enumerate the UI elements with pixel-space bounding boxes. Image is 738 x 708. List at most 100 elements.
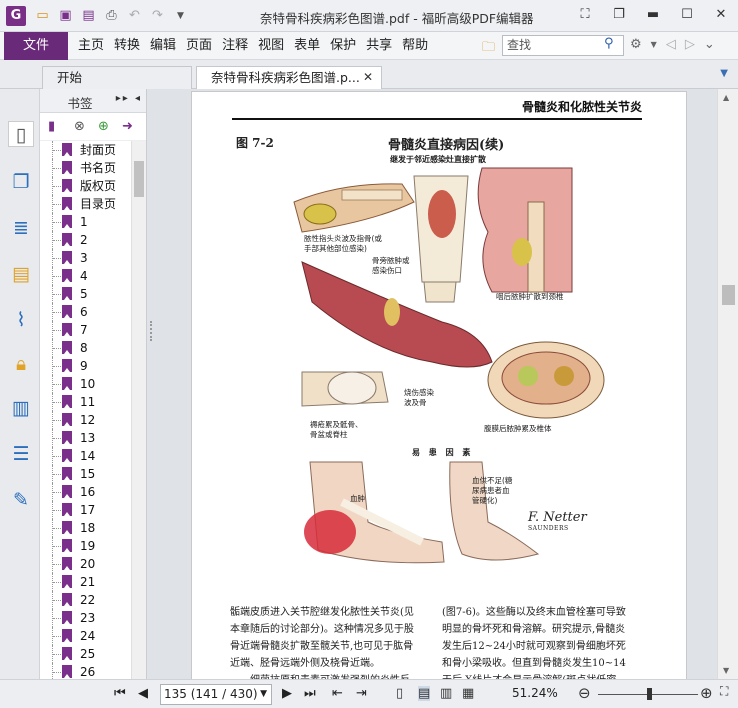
last-page-icon[interactable]: ⏭ bbox=[304, 686, 316, 701]
bookmark-item[interactable]: 11 bbox=[40, 393, 132, 411]
bookmark-item[interactable]: 版权页 bbox=[40, 177, 132, 195]
scroll-up-icon[interactable]: ▲ bbox=[723, 93, 729, 102]
bookmark-item[interactable]: 5 bbox=[40, 285, 132, 303]
bookmark-item[interactable]: 20 bbox=[40, 555, 132, 573]
comments-icon[interactable]: ▤ bbox=[8, 261, 34, 287]
fullscreen-icon[interactable]: ⛶ bbox=[568, 0, 602, 30]
bookmark-item[interactable]: 16 bbox=[40, 483, 132, 501]
bookmark-item[interactable]: 3 bbox=[40, 249, 132, 267]
panel-splitter[interactable] bbox=[147, 89, 155, 679]
menu-edit[interactable]: 编辑 bbox=[146, 32, 180, 60]
save-icon[interactable]: ▣ bbox=[57, 8, 74, 24]
panel-collapse-icon[interactable]: ▸▸ ◂ bbox=[116, 93, 142, 104]
zoom-in-icon[interactable]: ⊕ bbox=[700, 684, 713, 702]
bookmark-item[interactable]: 8 bbox=[40, 339, 132, 357]
bookmark-item[interactable]: 目录页 bbox=[40, 195, 132, 213]
bookmark-item[interactable]: 4 bbox=[40, 267, 132, 285]
print-icon[interactable]: ⎙ bbox=[103, 8, 120, 24]
bookmark-panel-icon[interactable]: ▯ bbox=[8, 121, 34, 147]
first-page-icon[interactable]: ⏮ bbox=[114, 686, 126, 701]
tab-list-dropdown-icon[interactable]: ▼ bbox=[720, 68, 728, 79]
bookmark-item[interactable]: 13 bbox=[40, 429, 132, 447]
bookmark-scroll-thumb[interactable] bbox=[134, 161, 144, 197]
signature-icon[interactable]: ✎ bbox=[8, 487, 34, 513]
bookmark-item[interactable]: 15 bbox=[40, 465, 132, 483]
fullscreen-toggle-icon[interactable]: ⛶ bbox=[720, 684, 728, 699]
continuous-view-icon[interactable]: ▤ bbox=[418, 686, 431, 701]
facing-view-icon[interactable]: ▥ bbox=[440, 686, 452, 701]
next-page-icon[interactable]: ▶ bbox=[282, 686, 292, 701]
bookmark-item[interactable]: 17 bbox=[40, 501, 132, 519]
bookmark-item[interactable]: 2 bbox=[40, 231, 132, 249]
search-icon[interactable]: ⚲ bbox=[604, 36, 614, 51]
zoom-slider-thumb[interactable] bbox=[647, 688, 652, 700]
menu-form[interactable]: 表单 bbox=[290, 32, 324, 60]
previous-view-icon[interactable]: ⇤ bbox=[332, 686, 343, 701]
splitter-grip[interactable] bbox=[150, 321, 152, 341]
customize-icon[interactable]: ▼ bbox=[172, 8, 189, 24]
bookmark-options-icon[interactable]: ➜ bbox=[122, 119, 133, 134]
tab-close-icon[interactable]: ✕ bbox=[363, 67, 373, 88]
scroll-down-icon[interactable]: ▼ bbox=[723, 666, 729, 675]
bookmark-item[interactable]: 23 bbox=[40, 609, 132, 627]
close-button[interactable]: ✕ bbox=[704, 0, 738, 30]
menu-view[interactable]: 视图 bbox=[254, 32, 288, 60]
continuous-facing-view-icon[interactable]: ▦ bbox=[462, 686, 474, 701]
page-number-field[interactable]: 135 (141 / 430) ▼ bbox=[160, 684, 272, 705]
menu-convert[interactable]: 转换 bbox=[110, 32, 144, 60]
redo-icon[interactable]: ↷ bbox=[149, 8, 166, 24]
bookmark-item[interactable]: 9 bbox=[40, 357, 132, 375]
previous-result-icon[interactable]: ◁ bbox=[666, 37, 676, 52]
save-as-icon[interactable]: ▤ bbox=[80, 8, 97, 24]
bookmark-item[interactable]: 25 bbox=[40, 645, 132, 663]
file-menu-button[interactable]: 文件 bbox=[4, 32, 68, 60]
bookmark-item[interactable]: 19 bbox=[40, 537, 132, 555]
security-lock-icon[interactable]: 🔒︎ bbox=[8, 351, 34, 377]
menu-share[interactable]: 共享 bbox=[362, 32, 396, 60]
previous-page-icon[interactable]: ◀ bbox=[138, 686, 148, 701]
bookmark-item[interactable]: 18 bbox=[40, 519, 132, 537]
single-page-view-icon[interactable]: ▯ bbox=[396, 686, 403, 701]
bookmark-item[interactable]: 26 bbox=[40, 663, 132, 679]
menu-home[interactable]: 主页 bbox=[74, 32, 108, 60]
zoom-out-icon[interactable]: ⊖ bbox=[578, 684, 591, 702]
bookmark-scrollbar[interactable] bbox=[131, 141, 146, 679]
undo-icon[interactable]: ↶ bbox=[126, 8, 143, 24]
menu-page[interactable]: 页面 bbox=[182, 32, 216, 60]
zoom-level[interactable]: 51.24% bbox=[512, 686, 558, 700]
bookmark-item[interactable]: 10 bbox=[40, 375, 132, 393]
delete-bookmark-icon[interactable]: ⊗ bbox=[74, 119, 85, 134]
layers-icon[interactable]: ≣ bbox=[8, 215, 34, 241]
add-bookmark-icon[interactable]: ⊕ bbox=[98, 119, 109, 134]
bookmark-item[interactable]: 24 bbox=[40, 627, 132, 645]
document-viewport[interactable]: 骨髓炎和化脓性关节炎 图 7-2 骨髓炎直接病因(续) 继发于邻近感染灶直接扩散 bbox=[155, 89, 717, 679]
bookmark-item[interactable]: 1 bbox=[40, 213, 132, 231]
folder-search-icon[interactable]: 🗀 bbox=[482, 38, 495, 60]
document-properties-icon[interactable]: ▥ bbox=[8, 395, 34, 421]
document-scrollbar[interactable]: ▲ ▼ bbox=[717, 89, 738, 679]
attachments-icon[interactable]: ⌇ bbox=[8, 307, 34, 333]
tab-document[interactable]: 奈特骨科疾病彩色图谱.p... ✕ bbox=[196, 66, 382, 89]
page-dropdown-icon[interactable]: ▼ bbox=[260, 685, 267, 704]
bookmark-item[interactable]: 7 bbox=[40, 321, 132, 339]
bookmark-item[interactable]: 22 bbox=[40, 591, 132, 609]
restore-icon[interactable]: ❐ bbox=[602, 0, 636, 30]
menu-comment[interactable]: 注释 bbox=[218, 32, 252, 60]
bookmark-expand-icon[interactable]: ▮ bbox=[48, 119, 55, 134]
page-thumbnails-icon[interactable]: ❐ bbox=[8, 169, 34, 195]
bookmark-item[interactable]: 21 bbox=[40, 573, 132, 591]
minimize-button[interactable]: ▬ bbox=[636, 0, 670, 30]
bookmark-item[interactable]: 12 bbox=[40, 411, 132, 429]
menu-help[interactable]: 帮助 bbox=[398, 32, 432, 60]
tab-start[interactable]: 开始 bbox=[42, 66, 192, 89]
chevron-down-icon[interactable]: ▼ bbox=[651, 37, 657, 52]
collapse-ribbon-icon[interactable]: ⌄ bbox=[704, 37, 715, 52]
settings-gear-icon[interactable]: ⚙ bbox=[630, 37, 642, 52]
maximize-button[interactable]: ☐ bbox=[670, 0, 704, 30]
next-result-icon[interactable]: ▷ bbox=[685, 37, 695, 52]
bookmark-item[interactable]: 6 bbox=[40, 303, 132, 321]
next-view-icon[interactable]: ⇥ bbox=[356, 686, 367, 701]
document-scroll-thumb[interactable] bbox=[722, 285, 735, 305]
bookmark-item[interactable]: 封面页 bbox=[40, 141, 132, 159]
fields-icon[interactable]: ☰ bbox=[8, 441, 34, 467]
